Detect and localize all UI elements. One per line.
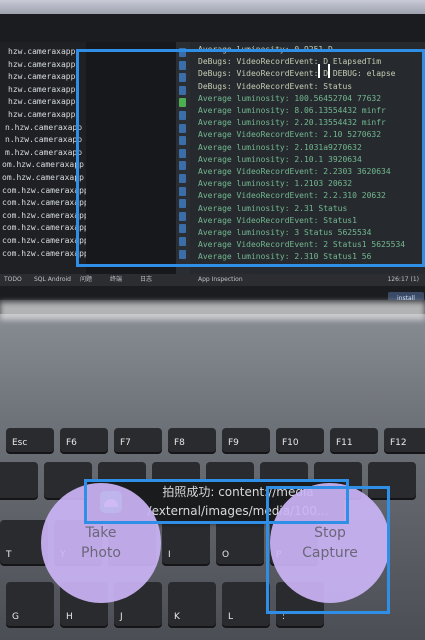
key-letter: G xyxy=(6,582,54,626)
key-function: Esc xyxy=(6,428,54,452)
take-photo-line1: Take xyxy=(85,525,117,541)
status-bar-item: TODO xyxy=(4,276,22,283)
key-label: G xyxy=(12,612,19,622)
take-photo-line2: Photo xyxy=(81,545,121,561)
status-time: 126:17 (1) xyxy=(387,276,419,283)
status-bar-item: 日志 xyxy=(140,276,153,283)
status-bar-item: App Inspection xyxy=(198,276,243,283)
status-bar-item: 终端 xyxy=(110,276,123,283)
process-row: m.hzw.cameraxapp xyxy=(5,147,83,157)
process-list-pane: hzw.cameraxapp hzw.cameraxapp hzw.cameraxa… xyxy=(0,42,89,274)
status-bar-item: 问题 xyxy=(80,276,93,283)
screen-highlight-box xyxy=(76,49,425,267)
key-label: Esc xyxy=(12,438,28,448)
key-label: H xyxy=(66,612,73,622)
process-row: hzw.cameraxapp xyxy=(8,110,76,119)
key-label: L xyxy=(228,612,234,622)
key-letter: K xyxy=(168,582,216,626)
process-row: n.hzw.cameraxapp xyxy=(5,122,83,132)
stop-button-highlight-box xyxy=(266,486,390,614)
key-label: I xyxy=(168,550,171,560)
key-function: F7 xyxy=(114,428,162,452)
status-bar-item: SQL Android xyxy=(34,276,71,283)
process-row: hzw.cameraxapp xyxy=(8,72,76,82)
key-function: F6 xyxy=(60,428,108,452)
key-letter: O xyxy=(216,520,264,564)
key-function: F12 xyxy=(384,428,425,452)
key-label: F11 xyxy=(336,438,353,448)
process-row: n.hzw.cameraxapp xyxy=(5,135,83,145)
ide-status-bar: 126:17 (1) TODO SQL Android 问题 终端 日志 App Insp… xyxy=(0,274,425,286)
key-label: F7 xyxy=(120,438,131,448)
key-label: F9 xyxy=(228,438,239,448)
monitor-bezel xyxy=(0,0,425,14)
key-label: O xyxy=(222,550,230,560)
key-label: F12 xyxy=(390,438,407,448)
process-row: hzw.cameraxapp xyxy=(8,84,76,94)
key-label: T xyxy=(6,550,12,560)
blurred-reflection xyxy=(0,302,425,320)
key-function: F9 xyxy=(222,428,270,452)
key-function: F10 xyxy=(276,428,324,452)
key-label: J xyxy=(120,612,123,622)
process-row: hzw.cameraxapp xyxy=(8,97,76,107)
key-label: K xyxy=(174,612,180,622)
key-function: F11 xyxy=(330,428,378,452)
key-label: F8 xyxy=(174,438,185,448)
key-number xyxy=(0,462,38,498)
key-label: F6 xyxy=(66,438,77,448)
key-letter: L xyxy=(222,582,270,626)
process-row: hzw.cameraxapp xyxy=(8,59,76,69)
process-row: om.hzw.cameraxapp xyxy=(2,160,84,170)
key-function: F8 xyxy=(168,428,216,452)
process-row: hzw.cameraxapp xyxy=(8,47,76,56)
key-label: F10 xyxy=(282,438,299,448)
key-letter: I xyxy=(162,520,210,564)
process-row: om.hzw.cameraxapp xyxy=(2,173,84,182)
